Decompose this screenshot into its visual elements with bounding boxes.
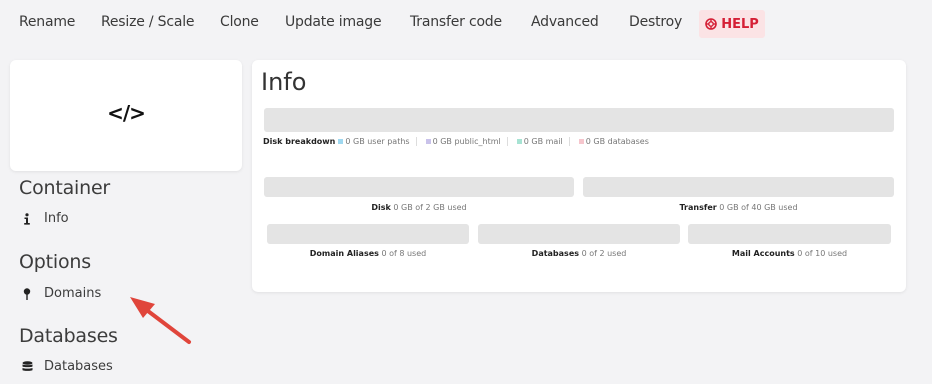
database-icon <box>20 360 34 373</box>
databases-value: 0 of 2 used <box>581 249 627 258</box>
domain-aliases-caption: Domain Aliases 0 of 8 used <box>267 249 469 258</box>
info-icon <box>20 212 34 225</box>
transfer-code-link[interactable]: Transfer code <box>410 14 502 30</box>
pin-icon <box>20 287 34 300</box>
section-title-options: Options <box>19 251 91 273</box>
mail-accounts-caption: Mail Accounts 0 of 10 used <box>688 249 891 258</box>
lifebuoy-icon <box>705 18 718 30</box>
transfer-usage-bar <box>583 177 894 197</box>
disk-value: 0 GB of 2 GB used <box>393 203 467 212</box>
sidebar-item-label: Domains <box>44 286 102 301</box>
disk-breakdown-legend: Disk breakdown 0 GB user paths 0 GB publ… <box>263 137 649 146</box>
help-button[interactable]: HELP <box>699 10 765 38</box>
rename-link[interactable]: Rename <box>19 14 75 30</box>
databases-text: 0 GB databases <box>585 137 649 146</box>
sidebar-logo-card: </> <box>10 60 242 171</box>
sidebar-item-info[interactable]: Info <box>20 211 69 226</box>
resize-scale-link[interactable]: Resize / Scale <box>101 14 195 30</box>
transfer-label: Transfer <box>679 203 717 212</box>
public-html-text: 0 GB public_html <box>432 137 501 146</box>
clone-link[interactable]: Clone <box>220 14 259 30</box>
legend-divider <box>415 137 417 146</box>
transfer-value: 0 GB of 40 GB used <box>719 203 798 212</box>
sidebar-item-databases[interactable]: Databases <box>20 359 113 374</box>
disk-usage-caption: Disk 0 GB of 2 GB used <box>264 203 574 212</box>
mail-swatch <box>516 139 522 144</box>
domain-aliases-value: 0 of 8 used <box>381 249 427 258</box>
destroy-link[interactable]: Destroy <box>629 14 682 30</box>
page-title: Info <box>261 68 307 96</box>
section-title-container: Container <box>19 177 111 199</box>
databases-label: Databases <box>531 249 580 258</box>
disk-usage-bar <box>264 177 574 197</box>
disk-breakdown-bar <box>264 108 894 132</box>
sidebar-item-label: Databases <box>44 359 113 374</box>
mail-accounts-label: Mail Accounts <box>731 249 795 258</box>
mail-text: 0 GB mail <box>523 137 563 146</box>
databases-bar <box>478 224 680 244</box>
public-html-swatch <box>425 139 431 144</box>
user-paths-swatch <box>338 139 344 144</box>
code-logo: </> <box>107 100 146 125</box>
info-panel: Info Disk breakdown 0 GB user paths 0 GB… <box>252 60 906 292</box>
domain-aliases-label: Domain Aliases <box>309 249 379 258</box>
legend-divider <box>506 137 508 146</box>
section-title-databases: Databases <box>19 325 118 347</box>
databases-swatch <box>578 139 584 144</box>
databases-caption: Databases 0 of 2 used <box>478 249 680 258</box>
disk-breakdown-label: Disk breakdown <box>263 137 336 146</box>
mail-accounts-bar <box>688 224 891 244</box>
user-paths-text: 0 GB user paths <box>345 137 410 146</box>
mail-accounts-value: 0 of 10 used <box>797 249 848 258</box>
domain-aliases-bar <box>267 224 469 244</box>
sidebar-item-domains[interactable]: Domains <box>20 286 101 301</box>
top-nav: Rename Resize / Scale Clone Update image… <box>0 0 932 50</box>
advanced-link[interactable]: Advanced <box>531 14 599 30</box>
disk-label: Disk <box>371 203 391 212</box>
sidebar-item-label: Info <box>44 211 69 226</box>
help-label: HELP <box>721 16 759 32</box>
transfer-usage-caption: Transfer 0 GB of 40 GB used <box>583 203 894 212</box>
update-image-link[interactable]: Update image <box>285 14 382 30</box>
legend-divider <box>568 137 570 146</box>
